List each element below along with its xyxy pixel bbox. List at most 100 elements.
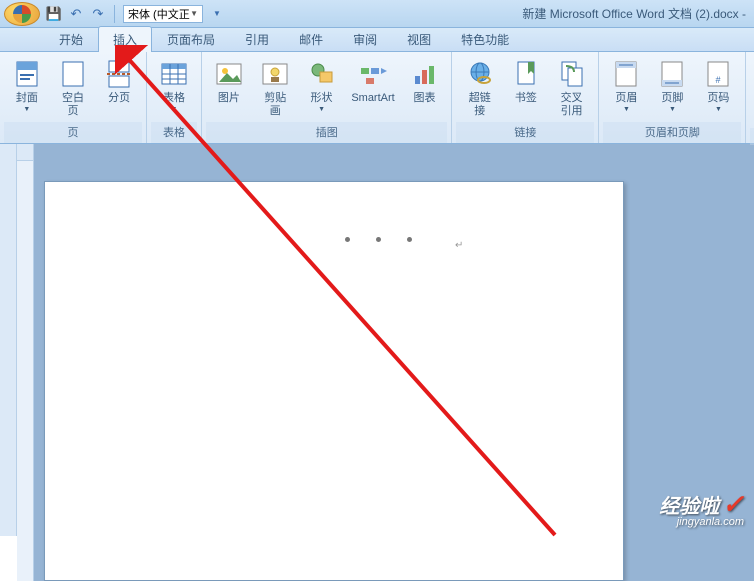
separator [114, 5, 115, 23]
group-links-label: 链接 [456, 122, 594, 143]
dot-icon [407, 237, 412, 242]
cover-page-icon [11, 58, 43, 90]
ribbon: 封面 ▼ 空白页 分页 页 表格 ▼ 表格 [0, 52, 754, 144]
office-button[interactable] [4, 2, 40, 26]
footer-label: 页脚 [661, 92, 683, 105]
tab-insert[interactable]: 插入 [98, 26, 152, 51]
group-headerfooter-label: 页眉和页脚 [603, 122, 741, 143]
shapes-label: 形状 [311, 92, 333, 105]
tab-reference[interactable]: 引用 [230, 26, 284, 51]
textbox-button[interactable]: A 文本框 ▼ [750, 54, 754, 128]
chart-label: 图表 [414, 92, 436, 105]
pagenum-button[interactable]: # 页码 ▼ [695, 54, 741, 115]
footer-button[interactable]: 页脚 ▼ [649, 54, 695, 115]
svg-text:#: # [716, 75, 721, 85]
document-canvas[interactable]: ↵ [34, 161, 754, 581]
page-break-icon [103, 58, 135, 90]
shapes-button[interactable]: 形状 ▼ [299, 54, 345, 115]
hyperlink-button[interactable]: 超链接 [456, 54, 503, 120]
bookmark-icon [510, 58, 542, 90]
chevron-down-icon: ▼ [23, 106, 30, 113]
pagenum-icon: # [702, 58, 734, 90]
tab-start[interactable]: 开始 [44, 26, 98, 51]
chevron-down-icon: ▼ [623, 106, 630, 113]
bookmark-label: 书签 [515, 92, 537, 105]
group-tables-label: 表格 [151, 122, 197, 143]
crossref-icon [556, 58, 588, 90]
chevron-down-icon: ▼ [171, 106, 178, 113]
chevron-down-icon: ▼ [318, 106, 325, 113]
quick-access-toolbar: 💾 ↶ ↷ 宋体 (中文正 ▼ ▼ [46, 5, 225, 23]
group-text: A 文本框 ▼ 文 [746, 52, 754, 143]
ruler-row: 2468101214161820222426283032 [17, 144, 754, 161]
group-pages: 封面 ▼ 空白页 分页 页 [0, 52, 147, 143]
page-break-button[interactable]: 分页 [96, 54, 142, 107]
header-button[interactable]: 页眉 ▼ [603, 54, 649, 115]
bookmark-button[interactable]: 书签 [503, 54, 549, 107]
hyperlink-icon [464, 58, 496, 90]
canvas-row: ↵ [17, 161, 754, 581]
watermark: 经验啦 ✓ jingyanla.com [659, 489, 744, 528]
crossref-button[interactable]: 交叉 引用 [549, 54, 595, 120]
tab-special[interactable]: 特色功能 [446, 26, 524, 51]
cover-page-label: 封面 [16, 92, 38, 105]
left-margin-bar [0, 144, 17, 536]
clipart-icon [259, 58, 291, 90]
chart-button[interactable]: 图表 [402, 54, 448, 107]
group-illustrations-label: 插图 [206, 122, 447, 143]
paragraph-mark-icon: ↵ [455, 240, 463, 251]
blank-page-button[interactable]: 空白页 [50, 54, 97, 120]
tab-view[interactable]: 视图 [392, 26, 446, 51]
picture-icon [213, 58, 245, 90]
font-selector[interactable]: 宋体 (中文正 ▼ [123, 5, 203, 23]
chevron-down-icon: ▼ [190, 9, 198, 18]
tab-layout[interactable]: 页面布局 [152, 26, 230, 51]
ribbon-tabs: 开始 插入 页面布局 引用 邮件 审阅 视图 特色功能 [0, 28, 754, 52]
page-break-label: 分页 [108, 92, 130, 105]
group-headerfooter: 页眉 ▼ 页脚 ▼ # 页码 ▼ 页眉和页脚 [599, 52, 746, 143]
picture-button[interactable]: 图片 [206, 54, 252, 107]
smartart-icon [357, 58, 389, 90]
vertical-ruler[interactable] [17, 161, 34, 581]
dot-icon [376, 237, 381, 242]
hyperlink-label: 超链接 [463, 92, 496, 118]
page[interactable]: ↵ [44, 181, 624, 581]
header-label: 页眉 [615, 92, 637, 105]
chevron-down-icon: ▼ [669, 106, 676, 113]
smartart-label: SmartArt [351, 92, 394, 105]
pagenum-label: 页码 [707, 92, 729, 105]
font-name: 宋体 (中文正 [128, 6, 190, 22]
title-bar: 💾 ↶ ↷ 宋体 (中文正 ▼ ▼ 新建 Microsoft Office Wo… [0, 0, 754, 28]
cover-page-button[interactable]: 封面 ▼ [4, 54, 50, 115]
undo-icon[interactable]: ↶ [68, 6, 84, 22]
content-dots [345, 237, 412, 242]
watermark-text: 经验啦 [659, 490, 719, 519]
table-button[interactable]: 表格 ▼ [151, 54, 197, 115]
shapes-icon [306, 58, 338, 90]
picture-label: 图片 [218, 92, 240, 105]
window-title: 新建 Microsoft Office Word 文档 (2).docx - [522, 5, 746, 22]
clipart-label: 剪贴画 [259, 92, 292, 118]
ruler-corner [17, 144, 34, 161]
chevron-down-icon: ▼ [715, 106, 722, 113]
table-icon [158, 58, 190, 90]
blank-page-label: 空白页 [57, 92, 90, 118]
group-text-label [750, 128, 754, 145]
header-icon [610, 58, 642, 90]
footer-icon [656, 58, 688, 90]
save-icon[interactable]: 💾 [46, 6, 62, 22]
tab-mail[interactable]: 邮件 [284, 26, 338, 51]
redo-icon[interactable]: ↷ [90, 6, 106, 22]
group-pages-label: 页 [4, 122, 142, 143]
tab-review[interactable]: 审阅 [338, 26, 392, 51]
group-tables: 表格 ▼ 表格 [147, 52, 202, 143]
dot-icon [345, 237, 350, 242]
clipart-button[interactable]: 剪贴画 [252, 54, 299, 120]
table-label: 表格 [163, 92, 185, 105]
group-illustrations: 图片 剪贴画 形状 ▼ SmartArt 图表 插图 [202, 52, 452, 143]
document-area: 2468101214161820222426283032 ↵ [17, 144, 754, 536]
blank-page-icon [57, 58, 89, 90]
smartart-button[interactable]: SmartArt [344, 54, 401, 107]
qat-dropdown-icon[interactable]: ▼ [209, 6, 225, 22]
group-links: 超链接 书签 交叉 引用 链接 [452, 52, 599, 143]
